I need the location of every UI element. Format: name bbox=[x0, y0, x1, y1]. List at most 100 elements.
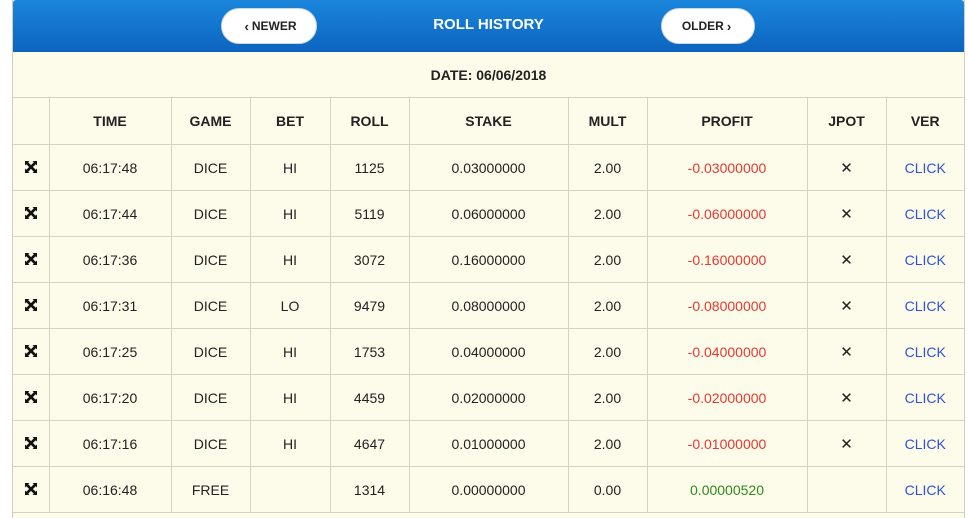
row-expand-button[interactable] bbox=[13, 328, 50, 375]
cell-profit: -0.01000000 bbox=[647, 420, 808, 467]
verify-link[interactable]: CLICK bbox=[886, 190, 964, 237]
cell-roll: 1125 bbox=[330, 144, 410, 191]
cell-roll: 1753 bbox=[330, 328, 410, 375]
table-header-row: TIME GAME BET ROLL STAKE MULT PROFIT JPO… bbox=[13, 98, 964, 145]
table-row: 06:17:20 DICE HI 4459 0.02000000 2.00 -0.02000… bbox=[13, 374, 964, 421]
cell-time: 06:17:31 bbox=[49, 282, 172, 329]
date-label: DATE: 06/06/2018 bbox=[13, 52, 964, 98]
chevron-left-icon: ‹ bbox=[244, 18, 249, 34]
cell-profit: -0.02000000 bbox=[647, 374, 808, 421]
row-expand-button[interactable] bbox=[13, 466, 50, 513]
verify-link[interactable]: CLICK bbox=[886, 328, 964, 375]
expand-arrows-icon bbox=[24, 390, 37, 403]
cell-game: DICE bbox=[171, 190, 251, 237]
roll-history-table: TIME GAME BET ROLL STAKE MULT PROFIT JPO… bbox=[13, 98, 964, 513]
cell-jpot: ✕ bbox=[807, 374, 887, 421]
cell-profit: -0.08000000 bbox=[647, 282, 808, 329]
cell-bet: LO bbox=[250, 282, 331, 329]
row-expand-button[interactable] bbox=[13, 144, 50, 191]
cell-bet: HI bbox=[250, 420, 331, 467]
cell-jpot: ✕ bbox=[807, 236, 887, 283]
chevron-right-icon: › bbox=[726, 18, 732, 34]
cell-stake: 0.01000000 bbox=[409, 420, 569, 467]
table-row: 06:17:36 DICE HI 3072 0.16000000 2.00 -0.16000… bbox=[13, 236, 964, 283]
cell-game: DICE bbox=[171, 282, 251, 329]
header-icon-col bbox=[13, 98, 50, 145]
cell-game: FREE bbox=[171, 466, 251, 513]
cell-stake: 0.06000000 bbox=[409, 190, 569, 237]
header-roll: ROLL bbox=[330, 98, 410, 145]
cell-roll: 4459 bbox=[330, 374, 410, 421]
row-expand-button[interactable] bbox=[13, 282, 50, 329]
row-expand-button[interactable] bbox=[13, 374, 50, 421]
cell-mult: 2.00 bbox=[568, 420, 648, 467]
verify-link[interactable]: CLICK bbox=[886, 144, 964, 191]
table-row: 06:16:48 FREE 1314 0.00000000 0.00 0.00000520… bbox=[13, 466, 964, 513]
cell-profit: -0.16000000 bbox=[647, 236, 808, 283]
cell-time: 06:17:44 bbox=[49, 190, 172, 237]
cell-time: 06:17:16 bbox=[49, 420, 172, 467]
table-row: 06:17:44 DICE HI 5119 0.06000000 2.00 -0.06000… bbox=[13, 190, 964, 237]
cell-roll: 5119 bbox=[330, 190, 410, 237]
cell-time: 06:17:20 bbox=[49, 374, 172, 421]
table-row: 06:17:25 DICE HI 1753 0.04000000 2.00 -0.04000… bbox=[13, 328, 964, 375]
verify-link[interactable]: CLICK bbox=[886, 420, 964, 467]
cell-jpot: ✕ bbox=[807, 420, 887, 467]
cell-bet bbox=[250, 466, 331, 513]
cell-time: 06:17:36 bbox=[49, 236, 172, 283]
roll-history-panel: ROLL HISTORY ‹ NEWER OLDER › DATE: 06/06… bbox=[12, 0, 965, 518]
verify-link[interactable]: CLICK bbox=[886, 236, 964, 283]
header-mult: MULT bbox=[568, 98, 648, 145]
cell-bet: HI bbox=[250, 144, 331, 191]
cell-jpot: ✕ bbox=[807, 190, 887, 237]
header-stake: STAKE bbox=[409, 98, 569, 145]
cell-stake: 0.04000000 bbox=[409, 328, 569, 375]
cell-roll: 9479 bbox=[330, 282, 410, 329]
cell-stake: 0.00000000 bbox=[409, 466, 569, 513]
cell-profit: -0.03000000 bbox=[647, 144, 808, 191]
cell-mult: 2.00 bbox=[568, 144, 648, 191]
table-row: 06:17:16 DICE HI 4647 0.01000000 2.00 -0.01000… bbox=[13, 420, 964, 467]
expand-arrows-icon bbox=[24, 298, 37, 311]
table-row: 06:17:31 DICE LO 9479 0.08000000 2.00 -0.08000… bbox=[13, 282, 964, 329]
cell-game: DICE bbox=[171, 328, 251, 375]
row-expand-button[interactable] bbox=[13, 236, 50, 283]
cell-time: 06:16:48 bbox=[49, 466, 172, 513]
cell-game: DICE bbox=[171, 374, 251, 421]
cell-roll: 3072 bbox=[330, 236, 410, 283]
header-profit: PROFIT bbox=[647, 98, 808, 145]
cell-bet: HI bbox=[250, 328, 331, 375]
expand-arrows-icon bbox=[24, 482, 37, 495]
cell-jpot: ✕ bbox=[807, 328, 887, 375]
cell-stake: 0.02000000 bbox=[409, 374, 569, 421]
row-expand-button[interactable] bbox=[13, 190, 50, 237]
cell-mult: 2.00 bbox=[568, 328, 648, 375]
cell-profit: 0.00000520 bbox=[647, 466, 808, 513]
expand-arrows-icon bbox=[24, 436, 37, 449]
verify-link[interactable]: CLICK bbox=[886, 466, 964, 513]
expand-arrows-icon bbox=[24, 206, 37, 219]
cell-bet: HI bbox=[250, 374, 331, 421]
cell-stake: 0.16000000 bbox=[409, 236, 569, 283]
expand-arrows-icon bbox=[24, 160, 37, 173]
cell-game: DICE bbox=[171, 236, 251, 283]
cell-time: 06:17:48 bbox=[49, 144, 172, 191]
cell-stake: 0.03000000 bbox=[409, 144, 569, 191]
header-bar: ROLL HISTORY ‹ NEWER OLDER › bbox=[13, 0, 964, 52]
cell-jpot: ✕ bbox=[807, 282, 887, 329]
newer-button[interactable]: ‹ NEWER bbox=[221, 8, 317, 44]
header-jpot: JPOT bbox=[807, 98, 887, 145]
verify-link[interactable]: CLICK bbox=[886, 282, 964, 329]
older-button[interactable]: OLDER › bbox=[661, 8, 755, 44]
cell-bet: HI bbox=[250, 190, 331, 237]
cell-jpot: ✕ bbox=[807, 144, 887, 191]
cell-mult: 2.00 bbox=[568, 236, 648, 283]
cell-game: DICE bbox=[171, 420, 251, 467]
cell-mult: 2.00 bbox=[568, 282, 648, 329]
cell-mult: 2.00 bbox=[568, 190, 648, 237]
verify-link[interactable]: CLICK bbox=[886, 374, 964, 421]
row-expand-button[interactable] bbox=[13, 420, 50, 467]
header-game: GAME bbox=[171, 98, 251, 145]
cell-bet: HI bbox=[250, 236, 331, 283]
expand-arrows-icon bbox=[24, 252, 37, 265]
